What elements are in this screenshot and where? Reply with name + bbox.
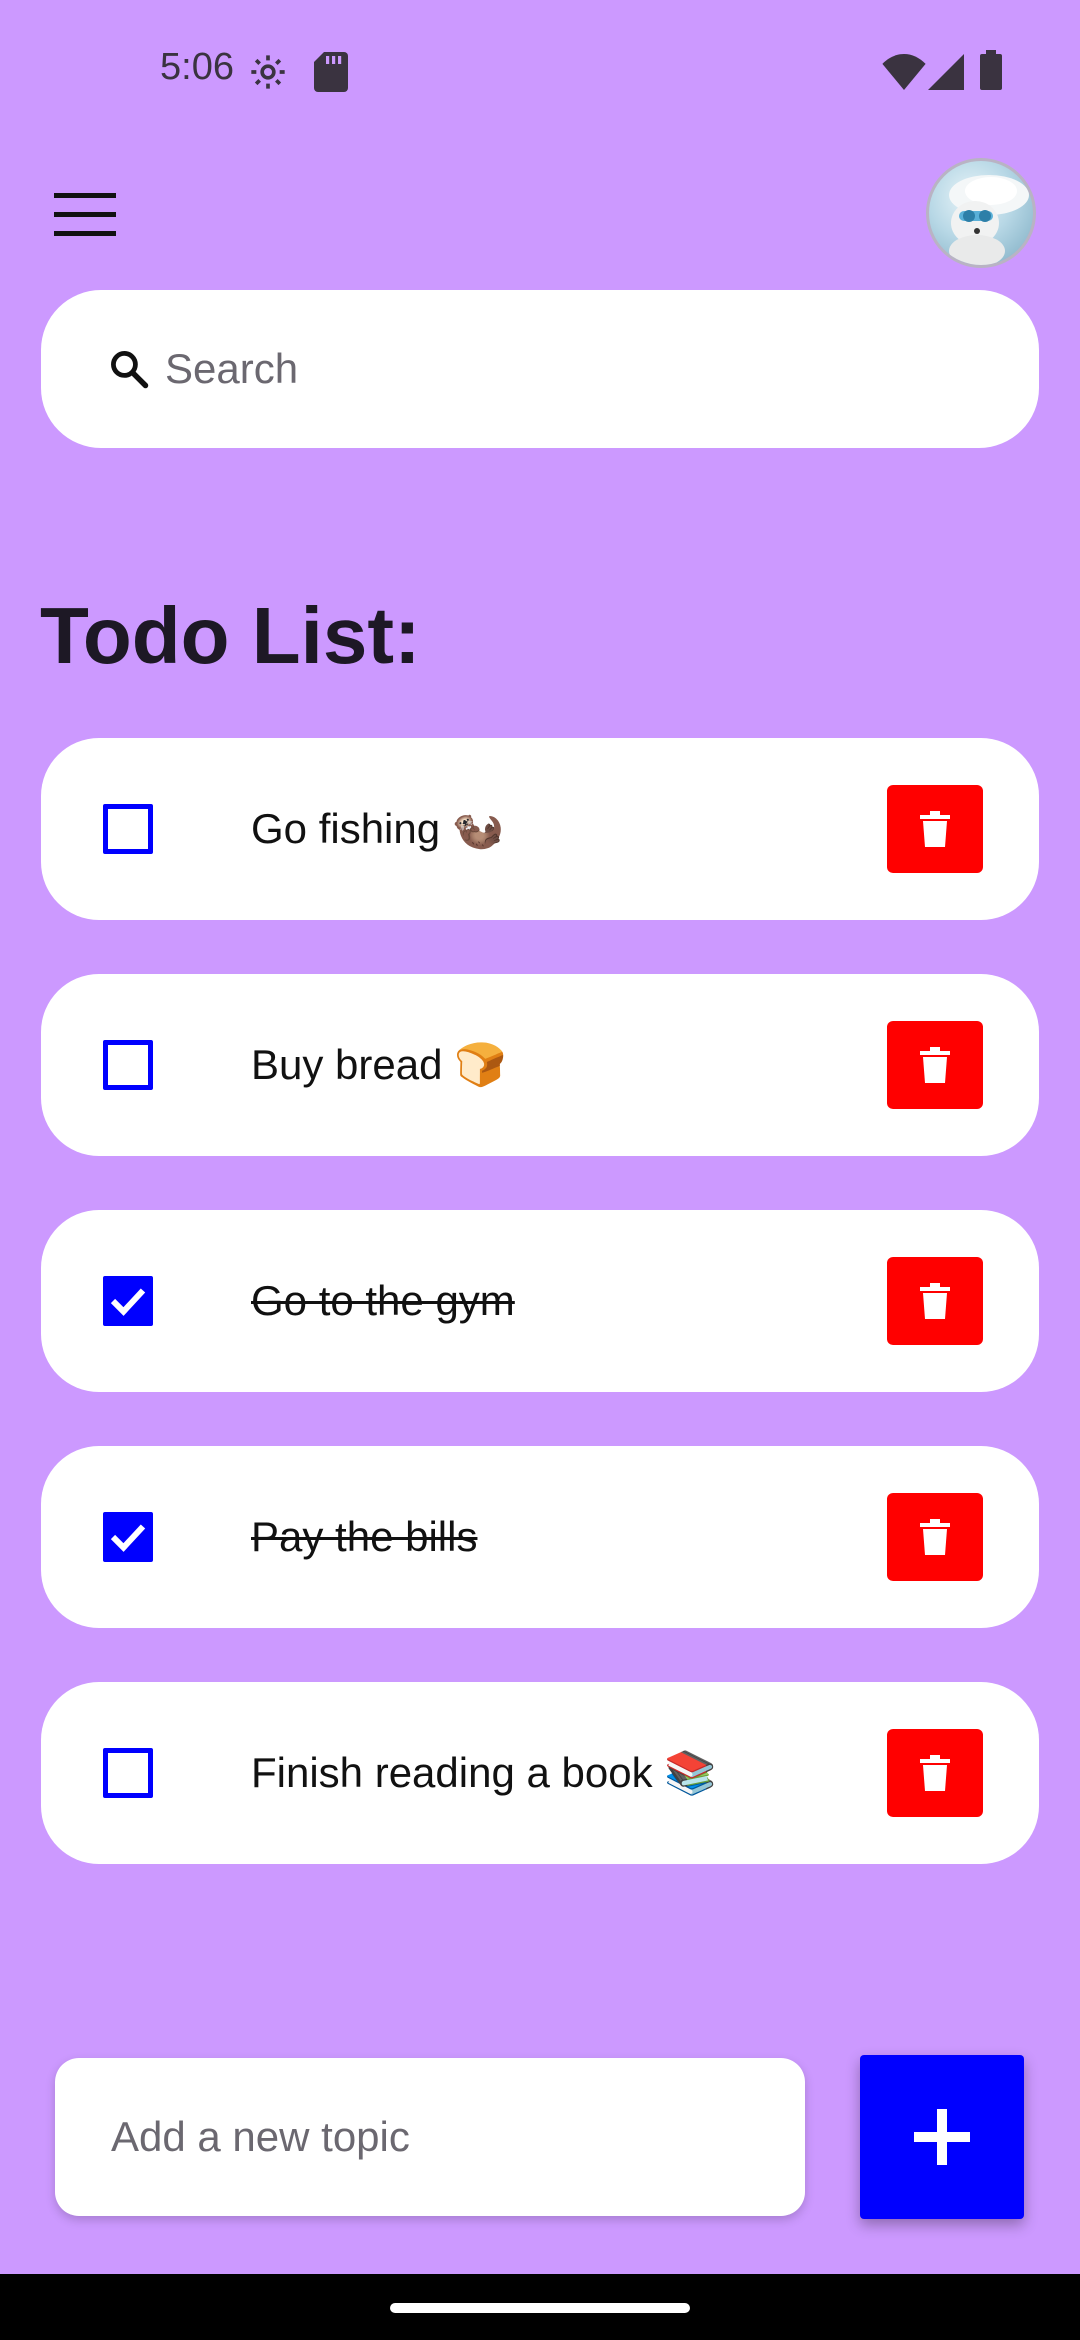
settings-icon [248,52,288,97]
app-screen: 5:06 Search Todo List: Go fishing 🦦 Buy … [0,0,1080,2340]
trash-icon [920,1519,950,1555]
menu-button[interactable] [40,180,130,250]
search-icon [111,351,149,389]
todo-checkbox[interactable] [103,1040,153,1090]
todo-item: Buy bread 🍞 [41,974,1039,1156]
todo-item: Pay the bills [41,1446,1039,1628]
todo-item: Go fishing 🦦 [41,738,1039,920]
trash-icon [920,1755,950,1791]
delete-button[interactable] [887,1729,983,1817]
todo-text: Finish reading a book 📚 [251,1748,717,1796]
search-bar[interactable] [41,290,1039,448]
delete-button[interactable] [887,785,983,873]
delete-button[interactable] [887,1021,983,1109]
page-title: Todo List: [40,591,421,680]
status-bar: 5:06 [0,0,1080,140]
add-topic-button[interactable] [860,2055,1024,2219]
delete-button[interactable] [887,1493,983,1581]
todo-checkbox[interactable] [103,1512,153,1562]
wifi-icon [882,54,926,95]
todo-item: Go to the gym [41,1210,1039,1392]
todo-text: Go to the gym [251,1277,515,1324]
home-indicator[interactable] [390,2303,690,2313]
todo-text: Go fishing 🦦 [251,804,505,852]
todo-item: Finish reading a book 📚 [41,1682,1039,1864]
plus-icon [914,2109,970,2165]
todo-list: Go fishing 🦦 Buy bread 🍞 Go to the gym P… [41,738,1039,1918]
search-input[interactable] [165,345,985,393]
todo-text: Pay the bills [251,1513,478,1560]
checkmark-icon [110,1524,146,1552]
todo-checkbox[interactable] [103,1276,153,1326]
trash-icon [920,811,950,847]
checkmark-icon [110,1288,146,1316]
battery-icon [980,50,1002,95]
signal-icon [928,54,964,95]
delete-button[interactable] [887,1257,983,1345]
trash-icon [920,1047,950,1083]
new-topic-field[interactable] [55,2058,805,2216]
todo-checkbox[interactable] [103,1748,153,1798]
hamburger-menu-icon [54,193,116,236]
todo-checkbox[interactable] [103,804,153,854]
trash-icon [920,1283,950,1319]
sd-card-icon [314,52,348,97]
status-time: 5:06 [160,46,234,88]
profile-avatar[interactable] [926,158,1036,268]
todo-text: Buy bread 🍞 [251,1040,507,1088]
new-topic-input[interactable] [111,2113,761,2161]
